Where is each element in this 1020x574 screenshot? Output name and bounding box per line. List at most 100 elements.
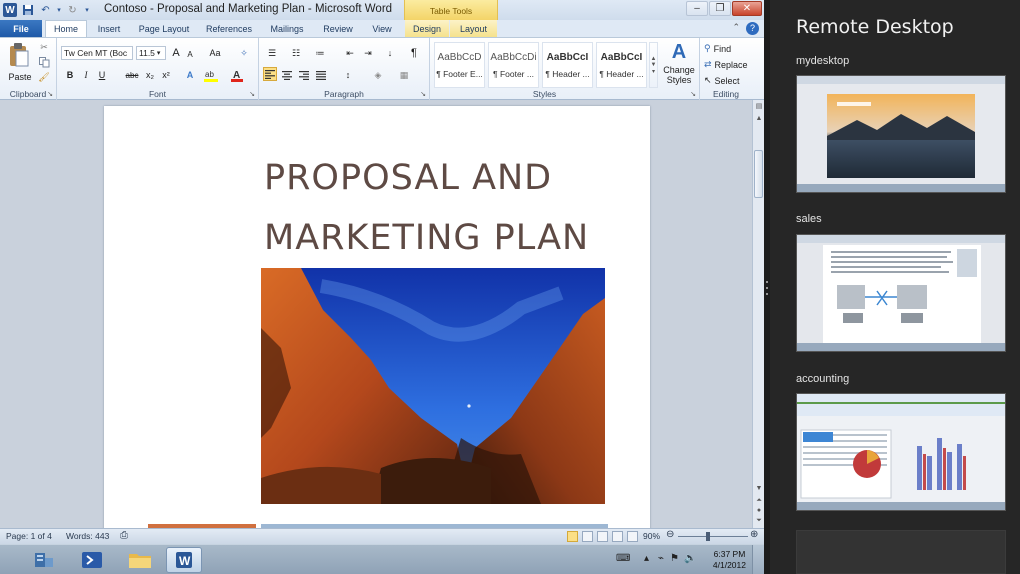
- session-thumbnail-accounting[interactable]: [796, 393, 1006, 511]
- word-taskbar-icon[interactable]: W: [166, 547, 202, 573]
- session-label-accounting[interactable]: accounting: [796, 373, 849, 385]
- draft-view-icon[interactable]: [627, 531, 638, 542]
- cut-icon[interactable]: ✂: [37, 41, 51, 54]
- borders-icon[interactable]: ▦: [397, 68, 411, 82]
- style-footer[interactable]: AaBbCcDi ¶ Footer ...: [488, 42, 539, 88]
- page-count[interactable]: Page: 1 of 4: [6, 531, 52, 541]
- justify-icon[interactable]: [314, 68, 328, 82]
- document-title-line1[interactable]: PROPOSAL AND: [264, 158, 552, 198]
- align-left-icon[interactable]: [263, 67, 277, 81]
- tab-layout[interactable]: Layout: [450, 20, 497, 37]
- paste-button[interactable]: Paste: [3, 71, 37, 83]
- grow-font-button[interactable]: A: [169, 46, 183, 60]
- session-label-sales[interactable]: sales: [796, 213, 822, 225]
- session-thumbnail-mydesktop[interactable]: [796, 75, 1006, 193]
- zoom-out-icon[interactable]: ⊖: [666, 529, 674, 540]
- multilevel-list-icon[interactable]: ≔: [313, 46, 327, 60]
- subscript-button[interactable]: x₂: [143, 68, 157, 82]
- session-thumbnail-sales[interactable]: [796, 234, 1006, 352]
- font-color-icon[interactable]: A: [229, 68, 245, 82]
- styles-launcher-icon[interactable]: ↘: [690, 90, 696, 98]
- clipboard-launcher-icon[interactable]: ↘: [47, 90, 53, 98]
- vertical-scrollbar[interactable]: ▤ ▲ ▼ ⏶ ● ⏷: [752, 100, 764, 528]
- tab-review[interactable]: Review: [318, 20, 358, 37]
- font-size-combo[interactable]: 11.5 ▾: [136, 46, 166, 60]
- style-header[interactable]: AaBbCcI ¶ Header ...: [596, 42, 647, 88]
- zoom-level[interactable]: 90%: [643, 531, 660, 541]
- flag-icon[interactable]: ⚑: [670, 553, 679, 564]
- undo-icon[interactable]: ↶: [38, 3, 53, 18]
- save-icon[interactable]: [20, 3, 35, 18]
- replace-button[interactable]: ⇄ Replace: [704, 58, 752, 71]
- word-count[interactable]: Words: 443: [66, 531, 109, 541]
- keyboard-icon[interactable]: ⌨: [616, 553, 630, 564]
- italic-button[interactable]: I: [79, 68, 93, 82]
- tab-file[interactable]: File: [0, 20, 42, 37]
- customize-qat-icon[interactable]: ▾: [83, 3, 91, 18]
- strikethrough-button[interactable]: abc: [123, 68, 141, 82]
- font-name-combo[interactable]: Tw Cen MT (Boc: [61, 46, 133, 60]
- full-screen-view-icon[interactable]: [582, 531, 593, 542]
- show-desktop-button[interactable]: [752, 545, 764, 574]
- scroll-up-icon[interactable]: ▲: [754, 114, 764, 124]
- more-styles-icon[interactable]: ▾: [652, 68, 655, 75]
- document-workspace[interactable]: PROPOSAL AND MARKETING PLAN: [0, 100, 752, 528]
- restore-button[interactable]: ❐: [709, 1, 731, 16]
- select-button[interactable]: ↖ Select: [704, 74, 752, 87]
- document-page[interactable]: PROPOSAL AND MARKETING PLAN: [104, 106, 650, 528]
- highlight-icon[interactable]: ab: [203, 68, 219, 82]
- undo-dropdown-icon[interactable]: ▾: [56, 3, 62, 18]
- scroll-down-icon[interactable]: ▼: [754, 484, 764, 494]
- copy-icon[interactable]: [37, 56, 51, 69]
- font-launcher-icon[interactable]: ↘: [249, 90, 255, 98]
- line-spacing-icon[interactable]: ↕: [341, 68, 355, 82]
- style-header-even[interactable]: AaBbCcI ¶ Header ...: [542, 42, 593, 88]
- word-app-icon[interactable]: W: [3, 3, 17, 17]
- document-title-line2[interactable]: MARKETING PLAN: [264, 218, 589, 258]
- canyon-photo[interactable]: [261, 268, 605, 504]
- next-page-icon[interactable]: ⏷: [754, 516, 764, 526]
- zoom-slider[interactable]: [678, 536, 748, 537]
- increase-indent-icon[interactable]: ⇥: [361, 46, 375, 60]
- tab-home[interactable]: Home: [45, 20, 87, 37]
- server-manager-taskbar-icon[interactable]: [26, 547, 62, 573]
- text-effects-icon[interactable]: A: [183, 68, 197, 82]
- clear-formatting-icon[interactable]: ✧: [237, 46, 251, 60]
- powershell-taskbar-icon[interactable]: [74, 547, 110, 573]
- close-button[interactable]: ✕: [732, 1, 762, 16]
- zoom-in-icon[interactable]: ⊕: [750, 529, 758, 540]
- bullets-icon[interactable]: ☰: [265, 46, 279, 60]
- tab-references[interactable]: References: [202, 20, 256, 37]
- superscript-button[interactable]: x²: [159, 68, 173, 82]
- ruler-toggle-icon[interactable]: ▤: [754, 102, 764, 112]
- style-footer-even[interactable]: AaBbCcD ¶ Footer E...: [434, 42, 485, 88]
- redo-icon[interactable]: ↻: [65, 3, 80, 18]
- tab-view[interactable]: View: [366, 20, 398, 37]
- select-browse-object-icon[interactable]: ●: [754, 506, 764, 516]
- tab-design[interactable]: Design: [405, 20, 449, 37]
- help-icon[interactable]: ?: [746, 22, 759, 35]
- minimize-button[interactable]: –: [686, 1, 708, 16]
- find-button[interactable]: ⚲ Find: [704, 42, 750, 55]
- align-right-icon[interactable]: [297, 68, 311, 82]
- zoom-slider-thumb[interactable]: [706, 532, 710, 541]
- align-center-icon[interactable]: [280, 68, 294, 82]
- bold-button[interactable]: B: [63, 68, 77, 82]
- shrink-font-button[interactable]: A: [183, 47, 197, 61]
- outline-view-icon[interactable]: [612, 531, 623, 542]
- file-explorer-taskbar-icon[interactable]: [122, 547, 158, 573]
- styles-scroll[interactable]: ▲ ▼ ▾: [649, 42, 658, 88]
- tab-mailings[interactable]: Mailings: [264, 20, 310, 37]
- paragraph-launcher-icon[interactable]: ↘: [420, 90, 426, 98]
- tray-arrow-icon[interactable]: ▴: [644, 553, 649, 564]
- underline-button[interactable]: U: [95, 68, 109, 82]
- decrease-indent-icon[interactable]: ⇤: [343, 46, 357, 60]
- web-layout-view-icon[interactable]: [597, 531, 608, 542]
- session-label-mydesktop[interactable]: mydesktop: [796, 55, 849, 67]
- scrollbar-thumb[interactable]: [754, 150, 763, 198]
- tab-page-layout[interactable]: Page Layout: [134, 20, 194, 37]
- previous-page-icon[interactable]: ⏶: [754, 496, 764, 506]
- change-case-button[interactable]: Aa: [205, 46, 225, 60]
- print-layout-view-icon[interactable]: [567, 531, 578, 542]
- volume-icon[interactable]: 🔈: [684, 553, 696, 564]
